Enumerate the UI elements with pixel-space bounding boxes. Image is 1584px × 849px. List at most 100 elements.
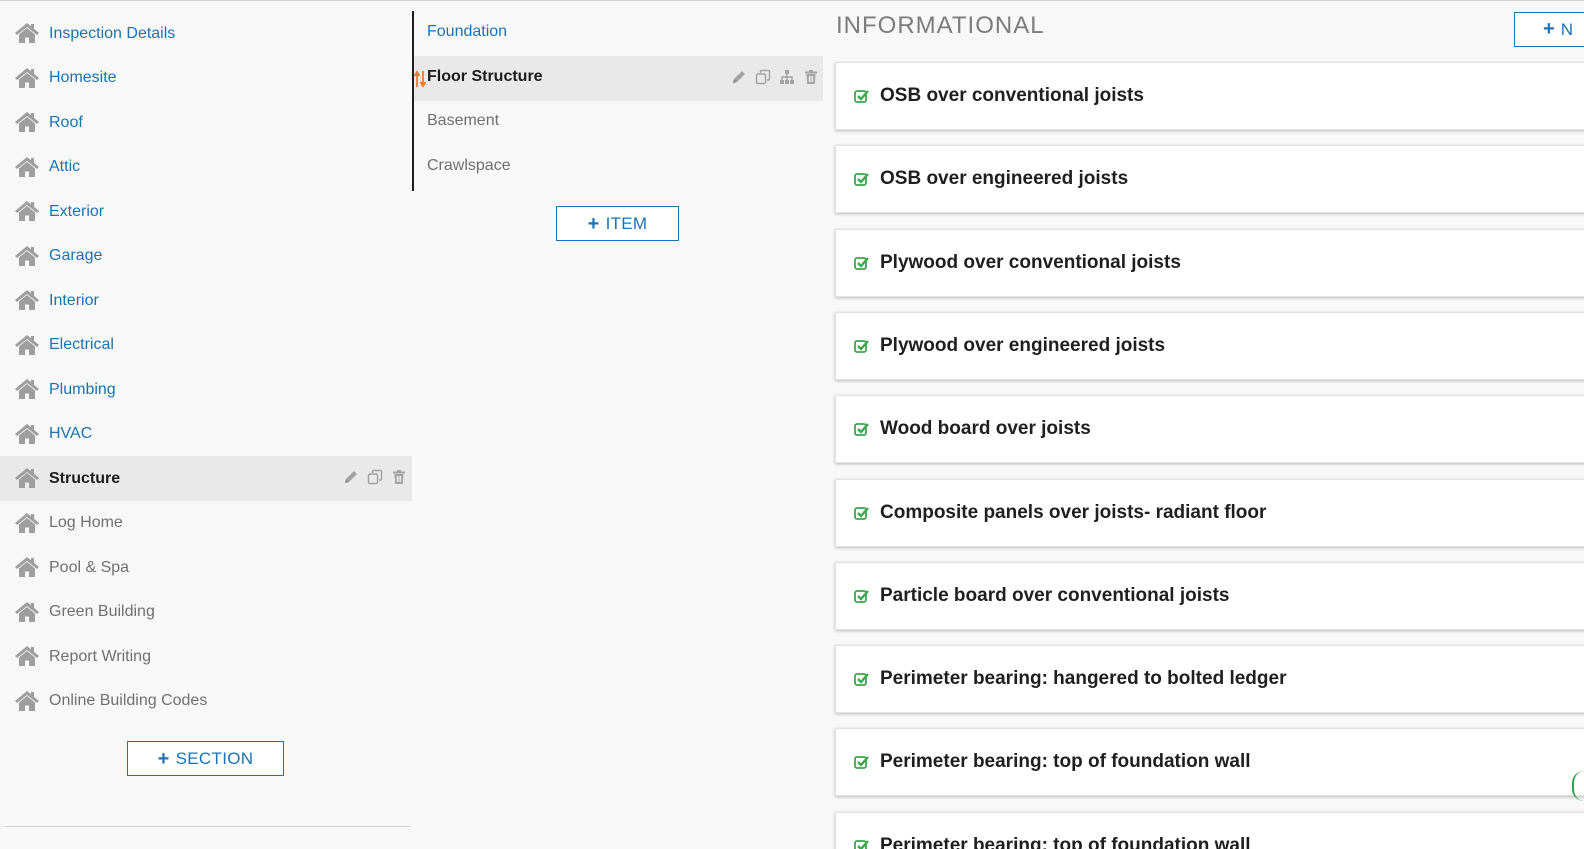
comment-title: Perimeter bearing: hangered to bolted le… xyxy=(880,668,1287,690)
sections-divider xyxy=(5,826,410,827)
section-item-label: Exterior xyxy=(49,202,105,220)
duplicate-icon[interactable] xyxy=(755,69,771,85)
add-section-label: SECTION xyxy=(175,748,254,768)
section-item-label: Homesite xyxy=(49,69,117,86)
item-floor-structure[interactable]: Floor Structure xyxy=(413,55,823,101)
comment-title: Plywood over engineered joists xyxy=(880,334,1166,356)
section-item-label: Interior xyxy=(49,291,99,309)
house-icon xyxy=(14,556,40,578)
new-comment-button[interactable]: + N xyxy=(1514,12,1584,47)
comment-card[interactable]: Particle board over conventional joists xyxy=(835,561,1584,630)
house-icon xyxy=(14,156,40,178)
section-item-garage[interactable]: Garage xyxy=(0,234,412,279)
section-item-plumbing[interactable]: Plumbing xyxy=(0,367,412,412)
plus-icon: + xyxy=(587,212,600,235)
house-icon xyxy=(14,67,40,89)
comment-title: Perimeter bearing: top of foundation wal… xyxy=(880,834,1251,849)
comment-title: Plywood over conventional joists xyxy=(880,251,1181,273)
house-icon xyxy=(14,289,40,311)
section-tools xyxy=(343,469,407,485)
house-icon xyxy=(14,645,40,667)
comment-card[interactable]: Composite panels over joists- radiant fl… xyxy=(835,478,1584,547)
house-icon xyxy=(14,245,40,267)
add-item-button[interactable]: + ITEM xyxy=(556,206,679,241)
section-item-label: Garage xyxy=(49,247,103,264)
house-icon xyxy=(14,423,40,445)
section-item-roof[interactable]: Roof xyxy=(0,100,412,145)
house-icon xyxy=(14,378,40,400)
comment-title: Perimeter bearing: top of foundation wal… xyxy=(880,751,1251,773)
section-item-pool-spa[interactable]: Pool & Spa xyxy=(0,545,412,590)
comment-card[interactable]: Plywood over conventional joists xyxy=(835,228,1584,297)
section-item-online-building-codes[interactable]: Online Building Codes xyxy=(0,679,412,724)
section-item-report-writing[interactable]: Report Writing xyxy=(0,634,412,679)
section-item-homesite[interactable]: Homesite xyxy=(0,56,412,101)
scroll-handle[interactable] xyxy=(1572,771,1584,801)
section-item-inspection-details[interactable]: Inspection Details xyxy=(0,11,412,56)
item-crawlspace[interactable]: Crawlspace xyxy=(414,145,823,190)
duplicate-icon[interactable] xyxy=(367,469,383,485)
section-item-label: Report Writing xyxy=(49,647,151,665)
house-icon xyxy=(14,601,40,623)
section-item-label: Log Home xyxy=(49,514,123,531)
comment-title: OSB over conventional joists xyxy=(880,85,1144,106)
comment-card[interactable]: Perimeter bearing: hangered to bolted le… xyxy=(835,645,1584,714)
house-icon xyxy=(14,111,40,133)
item-foundation[interactable]: Foundation xyxy=(414,11,823,56)
plus-icon: + xyxy=(1543,18,1555,40)
section-item-log-home[interactable]: Log Home xyxy=(0,501,412,546)
item-label: Foundation xyxy=(427,23,508,40)
comment-card[interactable]: OSB over engineered joists xyxy=(835,145,1584,214)
delete-icon[interactable] xyxy=(803,69,819,85)
house-icon xyxy=(14,22,40,44)
section-item-label: Inspection Details xyxy=(49,24,176,42)
checkbox-checked-icon[interactable] xyxy=(854,256,869,270)
section-item-green-building[interactable]: Green Building xyxy=(0,590,412,635)
checkbox-checked-icon[interactable] xyxy=(854,422,869,437)
section-item-electrical[interactable]: Electrical xyxy=(0,323,412,368)
section-item-label: Online Building Codes xyxy=(49,692,208,709)
hierarchy-icon[interactable] xyxy=(779,69,795,85)
plus-icon: + xyxy=(157,747,170,770)
comment-card[interactable]: Plywood over engineered joists xyxy=(835,311,1584,380)
item-basement[interactable]: Basement xyxy=(414,100,823,145)
checkbox-checked-icon[interactable] xyxy=(854,89,869,103)
comment-card[interactable]: Perimeter bearing: top of foundation wal… xyxy=(835,811,1584,849)
section-item-label: Pool & Spa xyxy=(49,558,130,576)
comment-title: Wood board over joists xyxy=(880,418,1091,440)
checkbox-checked-icon[interactable] xyxy=(854,589,869,603)
section-item-label: Plumbing xyxy=(49,380,116,398)
comment-title: OSB over engineered joists xyxy=(880,168,1129,190)
checkbox-checked-icon[interactable] xyxy=(854,839,869,849)
checkbox-checked-icon[interactable] xyxy=(854,672,869,686)
section-item-interior[interactable]: Interior xyxy=(0,278,412,323)
add-section-button[interactable]: + SECTION xyxy=(127,741,284,776)
comment-card[interactable]: OSB over conventional joists xyxy=(835,62,1584,130)
delete-icon[interactable] xyxy=(391,469,407,485)
comment-card[interactable]: Perimeter bearing: top of foundation wal… xyxy=(835,728,1584,797)
section-item-label: Electrical xyxy=(49,336,114,353)
comment-card[interactable]: Wood board over joists xyxy=(835,395,1584,464)
house-icon xyxy=(14,467,40,489)
house-icon xyxy=(14,334,40,356)
edit-icon[interactable] xyxy=(343,469,359,485)
section-item-hvac[interactable]: HVAC xyxy=(0,412,412,457)
checkbox-checked-icon[interactable] xyxy=(854,506,869,520)
item-label: Crawlspace xyxy=(427,156,511,174)
section-item-label: Green Building xyxy=(49,603,155,620)
checkbox-checked-icon[interactable] xyxy=(854,339,869,353)
section-item-structure[interactable]: Structure xyxy=(0,456,412,501)
checkbox-checked-icon[interactable] xyxy=(854,755,869,770)
sort-handle-icon[interactable] xyxy=(413,69,427,88)
section-item-attic[interactable]: Attic xyxy=(0,145,412,190)
sections-panel: Inspection Details Homesite Roof Attic Exter… xyxy=(0,1,412,849)
add-item-label: ITEM xyxy=(605,213,648,233)
items-panel: Foundation Floor Structure Basement Crawlsp… xyxy=(412,11,823,241)
edit-icon[interactable] xyxy=(731,69,747,85)
section-item-exterior[interactable]: Exterior xyxy=(0,189,412,234)
comment-title: Particle board over conventional joists xyxy=(880,584,1230,606)
section-item-label: Roof xyxy=(49,113,83,131)
item-label: Floor Structure xyxy=(427,67,543,85)
checkbox-checked-icon[interactable] xyxy=(854,172,869,187)
item-tools xyxy=(731,69,819,85)
